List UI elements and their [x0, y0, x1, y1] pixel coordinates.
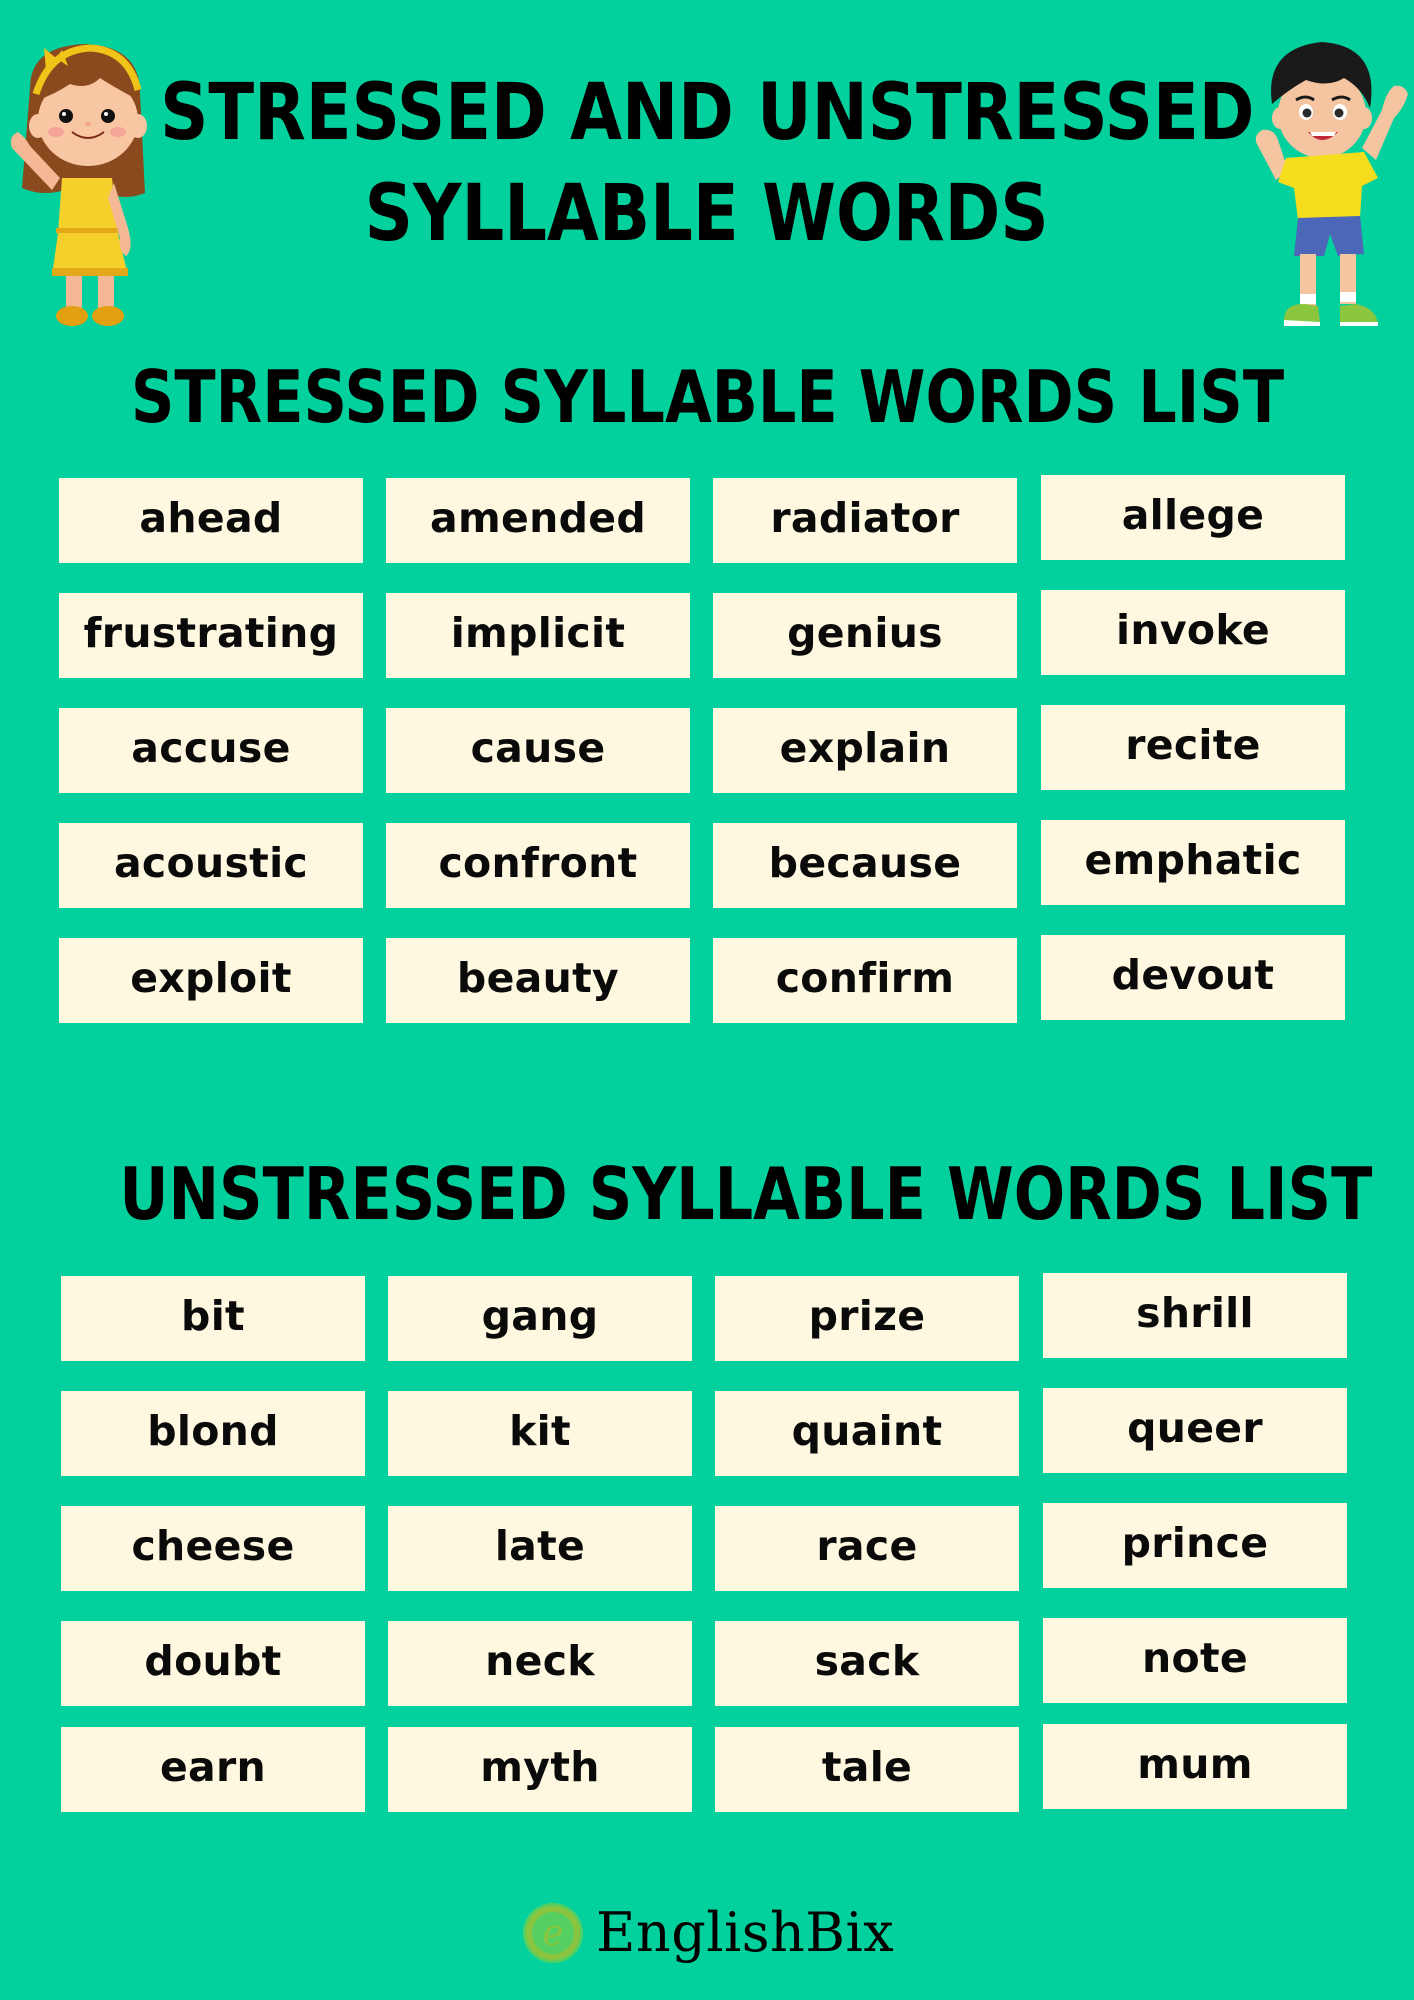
word-text: mum	[1137, 1740, 1253, 1788]
brand-name: EnglishBix	[596, 1901, 895, 1964]
word-text: implicit	[450, 609, 626, 657]
word-text: emphatic	[1084, 836, 1302, 884]
word-text: quaint	[791, 1407, 943, 1455]
word-text: note	[1142, 1634, 1248, 1682]
word-card: emphatic	[1041, 820, 1345, 905]
word-card: note	[1043, 1618, 1347, 1703]
word-card: acoustic	[59, 823, 363, 908]
word-text: earn	[159, 1743, 267, 1791]
word-card: devout	[1041, 935, 1345, 1020]
word-text: prince	[1121, 1519, 1269, 1567]
word-card: amended	[386, 478, 690, 563]
word-card: mum	[1043, 1724, 1347, 1809]
title-text-1: STRESSED AND UNSTRESSED	[159, 68, 1255, 158]
word-card: bit	[61, 1276, 365, 1361]
unstressed-section-heading: UNSTRESSED SYLLABLE WORDS LIST	[0, 1151, 1414, 1237]
word-card: invoke	[1041, 590, 1345, 675]
word-card: queer	[1043, 1388, 1347, 1473]
word-text: invoke	[1116, 606, 1270, 654]
word-card: frustrating	[59, 593, 363, 678]
word-text: race	[816, 1522, 918, 1570]
word-text: shrill	[1136, 1289, 1254, 1337]
word-card: radiator	[713, 478, 1017, 563]
word-card: kit	[388, 1391, 692, 1476]
word-card: allege	[1041, 475, 1345, 560]
word-text: beauty	[456, 954, 620, 1002]
word-text: late	[494, 1522, 586, 1570]
word-text: confirm	[775, 954, 955, 1002]
word-text: genius	[787, 609, 943, 657]
word-text: amended	[430, 494, 646, 542]
word-card: explain	[713, 708, 1017, 793]
word-card: prince	[1043, 1503, 1347, 1588]
word-text: exploit	[130, 954, 292, 1002]
word-text: doubt	[144, 1637, 282, 1685]
word-card: blond	[61, 1391, 365, 1476]
word-card: genius	[713, 593, 1017, 678]
word-text: cheese	[131, 1522, 295, 1570]
unstressed-heading-text: UNSTRESSED SYLLABLE WORDS LIST	[119, 1152, 1373, 1236]
word-card: implicit	[386, 593, 690, 678]
word-text: kit	[509, 1407, 571, 1455]
word-text: prize	[808, 1292, 926, 1340]
word-card: myth	[388, 1727, 692, 1812]
word-text: recite	[1125, 721, 1261, 769]
word-card: quaint	[715, 1391, 1019, 1476]
word-card: cause	[386, 708, 690, 793]
title-text-2: SYLLABLE WORDS	[364, 169, 1049, 259]
englishbix-logo: e EnglishBix	[522, 1898, 894, 1968]
word-card: race	[715, 1506, 1019, 1591]
word-text: myth	[480, 1743, 600, 1791]
word-card: shrill	[1043, 1273, 1347, 1358]
word-text: gang	[481, 1292, 599, 1340]
logo-e-icon: e	[523, 1903, 583, 1963]
word-text: acoustic	[113, 839, 309, 887]
word-card: doubt	[61, 1621, 365, 1706]
word-card: gang	[388, 1276, 692, 1361]
word-text: cause	[470, 724, 606, 772]
word-text: queer	[1127, 1404, 1263, 1452]
svg-text:e: e	[542, 1913, 563, 1954]
word-card: late	[388, 1506, 692, 1591]
word-text: frustrating	[83, 609, 339, 657]
word-card: prize	[715, 1276, 1019, 1361]
word-text: sack	[814, 1637, 920, 1685]
word-card: confront	[386, 823, 690, 908]
word-card: earn	[61, 1727, 365, 1812]
word-card: recite	[1041, 705, 1345, 790]
page-title-line-1: STRESSED AND UNSTRESSED	[0, 69, 1414, 157]
page-title-line-2: SYLLABLE WORDS	[0, 170, 1414, 258]
word-card: tale	[715, 1727, 1019, 1812]
word-card: neck	[388, 1621, 692, 1706]
stressed-heading-text: STRESSED SYLLABLE WORDS LIST	[130, 355, 1284, 439]
word-text: accuse	[131, 724, 291, 772]
word-text: neck	[485, 1637, 595, 1685]
word-text: radiator	[770, 494, 960, 542]
word-card: ahead	[59, 478, 363, 563]
stressed-section-heading: STRESSED SYLLABLE WORDS LIST	[0, 354, 1414, 440]
word-text: tale	[821, 1743, 913, 1791]
word-text: because	[768, 839, 962, 887]
word-card: beauty	[386, 938, 690, 1023]
word-text: confront	[438, 839, 638, 887]
word-text: devout	[1111, 951, 1275, 999]
word-text: allege	[1121, 491, 1265, 539]
word-text: blond	[147, 1407, 279, 1455]
word-card: accuse	[59, 708, 363, 793]
word-card: cheese	[61, 1506, 365, 1591]
word-card: because	[713, 823, 1017, 908]
word-text: bit	[181, 1292, 245, 1340]
word-text: explain	[779, 724, 951, 772]
word-card: sack	[715, 1621, 1019, 1706]
word-text: ahead	[139, 494, 283, 542]
word-card: confirm	[713, 938, 1017, 1023]
word-card: exploit	[59, 938, 363, 1023]
